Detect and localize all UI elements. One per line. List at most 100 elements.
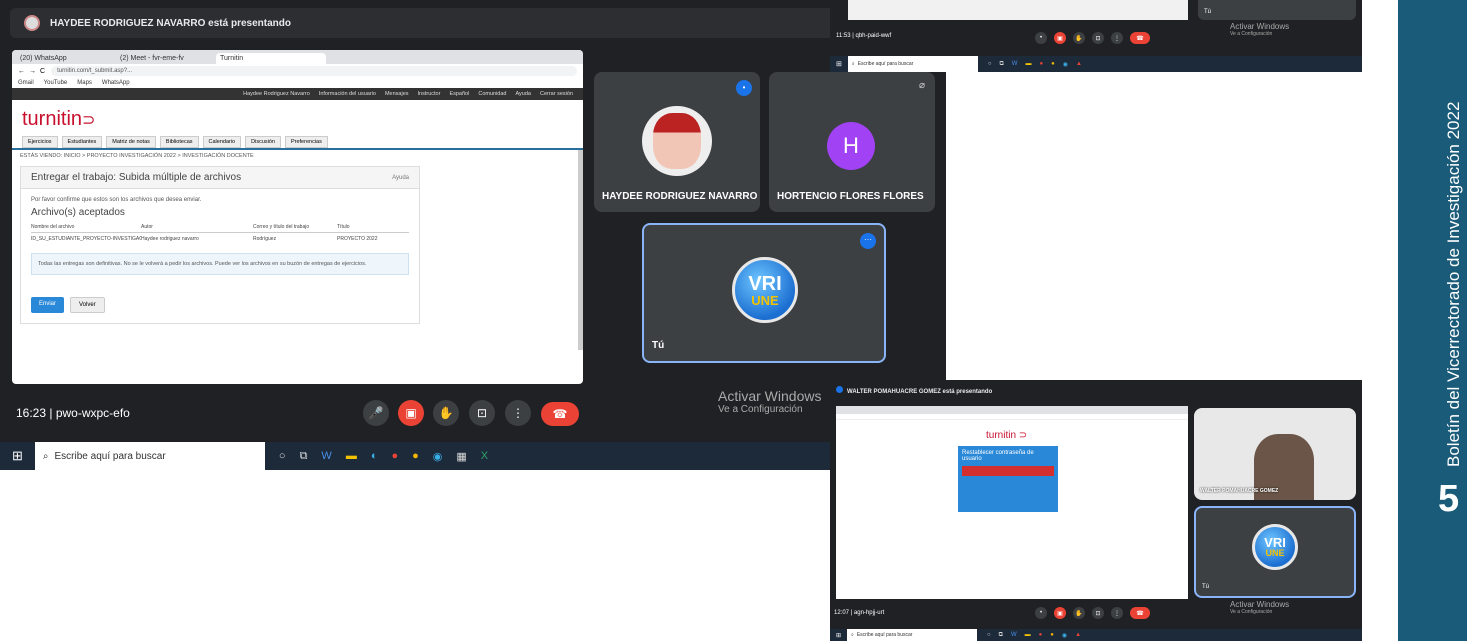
pdf-icon[interactable]: ▲: [1076, 61, 1082, 68]
windows-start-icon[interactable]: ⊞: [836, 60, 842, 68]
bookmark-maps[interactable]: Maps: [77, 80, 92, 86]
pdf-icon[interactable]: ▲: [1075, 632, 1081, 639]
presenter-banner: HAYDEE RODRIGUEZ NAVARRO está presentand…: [10, 8, 835, 38]
explorer-icon[interactable]: ▬: [1025, 61, 1031, 68]
explorer-icon[interactable]: ▬: [1025, 632, 1031, 639]
present-icon[interactable]: ⊡: [1092, 607, 1104, 619]
hang-up-button[interactable]: ☎: [541, 402, 579, 426]
confirm-button[interactable]: Enviar: [31, 297, 65, 314]
raise-hand-icon[interactable]: ✋: [433, 400, 459, 426]
more-options-icon[interactable]: ···: [860, 233, 876, 249]
nav-user[interactable]: Haydee Rodriguez Navarro: [243, 91, 310, 97]
more-icon[interactable]: ⋮: [1111, 32, 1123, 44]
bulletin-title: Boletín del Vicerrectorado de Investigac…: [1444, 101, 1463, 467]
taskview-icon[interactable]: ⧉: [1000, 61, 1004, 68]
tab-whatsapp[interactable]: (20) WhatsApp: [16, 53, 116, 64]
camera-off-icon[interactable]: ▣: [1054, 32, 1066, 44]
raise-hand-icon[interactable]: ✋: [1073, 32, 1085, 44]
participant-tile-you: VRI UNE ··· Tú: [642, 223, 886, 363]
tab-meet[interactable]: (2) Meet - fvr-eme-fv: [116, 53, 216, 64]
turnitin-logo: turnitin ⊃: [986, 430, 1028, 441]
nav-instructor[interactable]: Instructor: [418, 91, 441, 97]
back-icon[interactable]: ←: [18, 68, 25, 75]
windows-start-icon[interactable]: ⊞: [836, 632, 841, 639]
avatar: H: [827, 122, 875, 170]
submission-panel: Entregar el trabajo: Subida múltiple de …: [20, 166, 420, 325]
browser-tabstrip: (20) WhatsApp (2) Meet - fvr-eme-fv Turn…: [12, 50, 583, 64]
more-icon[interactable]: ⋮: [505, 400, 531, 426]
chrome-icon[interactable]: ●: [1039, 632, 1043, 639]
cancel-button[interactable]: Volver: [70, 297, 105, 314]
nav-messages[interactable]: Mensajes: [385, 91, 409, 97]
vri-une-logo: VRI UNE: [732, 257, 798, 323]
chrome-icon[interactable]: ●: [412, 450, 419, 463]
chrome-icon[interactable]: ●: [1051, 61, 1055, 68]
panel-help[interactable]: Ayuda: [392, 175, 409, 181]
mic-icon[interactable]: 🎤: [363, 400, 389, 426]
taskview-icon[interactable]: ⧉: [300, 450, 308, 463]
more-icon[interactable]: ⋮: [1111, 607, 1123, 619]
menu-tab[interactable]: Preferencias: [284, 136, 328, 148]
forward-icon[interactable]: →: [29, 68, 36, 75]
windows-start-icon[interactable]: ⊞: [12, 448, 23, 464]
cortana-icon[interactable]: ○: [279, 450, 286, 463]
meeting-info: 16:23 | pwo-wxpc-efo: [16, 406, 130, 420]
participant-tile-walter: WALTER POMAHUACRE GOMEZ: [1194, 408, 1356, 500]
windows-taskbar: ⊞ ⌕ Escribe aquí para buscar ○ ⧉ W ▬ ◐ ●…: [0, 442, 946, 470]
menu-tab[interactable]: Matriz de notas: [106, 136, 156, 148]
mic-icon[interactable]: •: [1035, 32, 1047, 44]
camera-off-icon[interactable]: ▣: [1054, 607, 1066, 619]
taskbar-apps: ○ ⧉ W ▬ ◐ ● ● ◉ ▦ X: [279, 450, 488, 463]
menu-tab[interactable]: Discusión: [245, 136, 281, 148]
hang-up-button[interactable]: ☎: [1130, 32, 1150, 44]
word-icon[interactable]: W: [1011, 632, 1017, 639]
bookmark-whatsapp[interactable]: WhatsApp: [102, 80, 130, 86]
taskview-icon[interactable]: ⧉: [999, 632, 1003, 639]
present-icon[interactable]: ⊡: [1092, 32, 1104, 44]
menu-tab[interactable]: Estudiantes: [61, 136, 103, 148]
bookmark-youtube[interactable]: YouTube: [44, 80, 68, 86]
presenter-banner: WALTER POMAHUACRE GOMEZ está presentando: [836, 386, 992, 395]
chrome-icon[interactable]: ●: [391, 450, 398, 463]
taskbar-search[interactable]: ⌕ Escribe aquí para buscar: [847, 56, 978, 72]
explorer-icon[interactable]: ▬: [346, 450, 357, 463]
cortana-icon[interactable]: ○: [988, 61, 992, 68]
taskbar-search[interactable]: ⌕ Escribe aquí para buscar: [847, 629, 978, 641]
tab-turnitin[interactable]: Turnitin: [216, 53, 326, 64]
chrome-icon[interactable]: ●: [1039, 61, 1043, 68]
scrollbar[interactable]: [578, 150, 583, 350]
nav-logout[interactable]: Cerrar sesión: [540, 91, 573, 97]
menu-tab[interactable]: Bibliotecas: [159, 136, 199, 148]
nav-userinfo[interactable]: Información del usuario: [319, 91, 376, 97]
calculator-icon[interactable]: ▦: [456, 450, 466, 463]
panel-title: Entregar el trabajo: Subida múltiple de …: [31, 172, 242, 183]
vri-une-logo: VRI UNE: [1252, 524, 1298, 570]
raise-hand-icon[interactable]: ✋: [1073, 607, 1085, 619]
camera-off-icon[interactable]: ▣: [398, 400, 424, 426]
excel-icon[interactable]: X: [481, 450, 488, 463]
accepted-title: Archivo(s) aceptados: [31, 207, 125, 218]
menu-tab[interactable]: Calendario: [202, 136, 242, 148]
meet-icon[interactable]: ◉: [1063, 61, 1068, 68]
word-icon[interactable]: W: [321, 450, 331, 463]
present-icon[interactable]: ⊡: [469, 400, 495, 426]
edge-icon[interactable]: ◐: [371, 450, 378, 463]
menu-tab[interactable]: Ejercicios: [22, 136, 58, 148]
presenter-text: HAYDEE RODRIGUEZ NAVARRO está presentand…: [50, 17, 291, 29]
mic-icon[interactable]: •: [1035, 607, 1047, 619]
meet-icon[interactable]: ◉: [433, 450, 443, 463]
taskbar-search[interactable]: ⌕ Escribe aquí para buscar: [34, 442, 265, 470]
chrome-icon[interactable]: ●: [1050, 632, 1054, 639]
reload-icon[interactable]: C: [40, 68, 45, 75]
table-row: ID_SU_ESTUDIANTE_PROYECTO-INVESTIGACION-…: [31, 236, 378, 242]
url-field[interactable]: turnitin.com/t_submit.asp?...: [51, 66, 577, 76]
word-icon[interactable]: W: [1012, 61, 1018, 68]
cortana-icon[interactable]: ○: [987, 632, 991, 639]
bookmark-gmail[interactable]: Gmail: [18, 80, 34, 86]
nav-community[interactable]: Comunidad: [478, 91, 506, 97]
breadcrumb: ESTÁS VIENDO: INICIO > PROYECTO INVESTIG…: [20, 153, 254, 159]
nav-help[interactable]: Ayuda: [515, 91, 531, 97]
nav-language[interactable]: Español: [449, 91, 469, 97]
hang-up-button[interactable]: ☎: [1130, 607, 1150, 619]
meet-icon[interactable]: ◉: [1062, 632, 1067, 639]
